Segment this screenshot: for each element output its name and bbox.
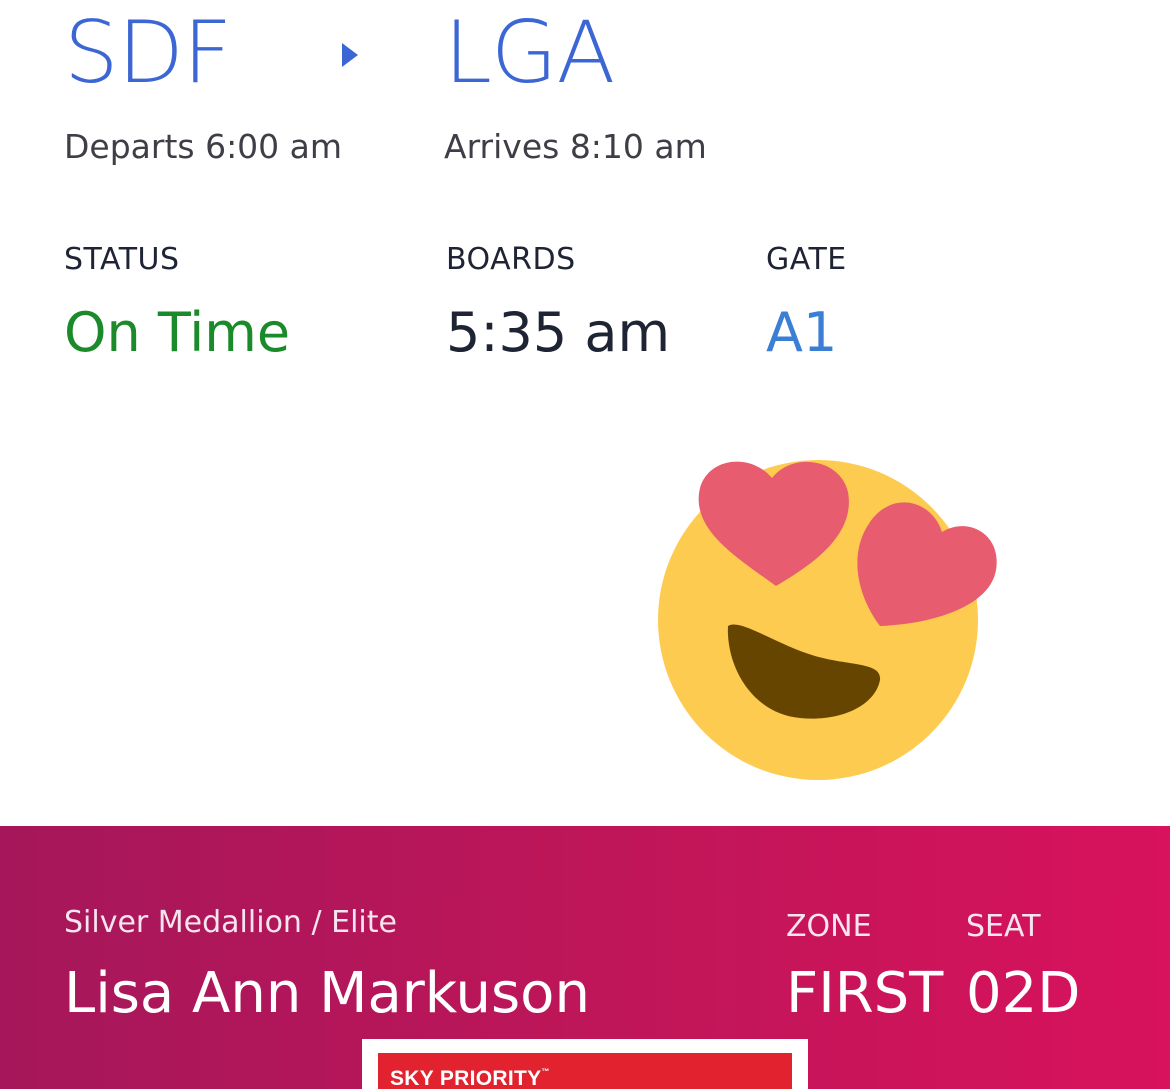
destination-airport-code: LGA	[444, 3, 615, 103]
boards-value: 5:35 am	[446, 301, 671, 364]
gate-label: GATE	[766, 242, 847, 277]
seat-value: 02D	[966, 961, 1081, 1026]
status-value: On Time	[64, 301, 291, 364]
medallion-tier: Silver Medallion / Elite	[64, 905, 397, 940]
gate-value: A1	[766, 301, 838, 364]
origin-airport-code: SDF	[64, 3, 232, 103]
trademark-symbol: ™	[541, 1067, 550, 1076]
arrival-time: Arrives 8:10 am	[444, 127, 707, 166]
sky-priority-label: SKY PRIORITY	[390, 1067, 542, 1089]
boarding-pass: SDF LGA Departs 6:00 am Arrives 8:10 am …	[0, 0, 1170, 1089]
sky-priority-badge: SKY PRIORITY™	[362, 1039, 808, 1089]
passenger-name: Lisa Ann Markuson	[64, 961, 590, 1026]
seat-label: SEAT	[966, 909, 1041, 944]
sky-priority-logo: SKY PRIORITY™	[378, 1053, 792, 1089]
zone-value: FIRST	[786, 961, 944, 1026]
sky-priority-text: SKY PRIORITY™	[390, 1067, 550, 1089]
status-label: STATUS	[64, 242, 180, 277]
zone-label: ZONE	[786, 909, 872, 944]
route-arrow-icon	[342, 43, 358, 67]
departure-time: Departs 6:00 am	[64, 127, 343, 166]
boards-label: BOARDS	[446, 242, 576, 277]
heart-eyes-emoji-icon	[658, 460, 997, 780]
